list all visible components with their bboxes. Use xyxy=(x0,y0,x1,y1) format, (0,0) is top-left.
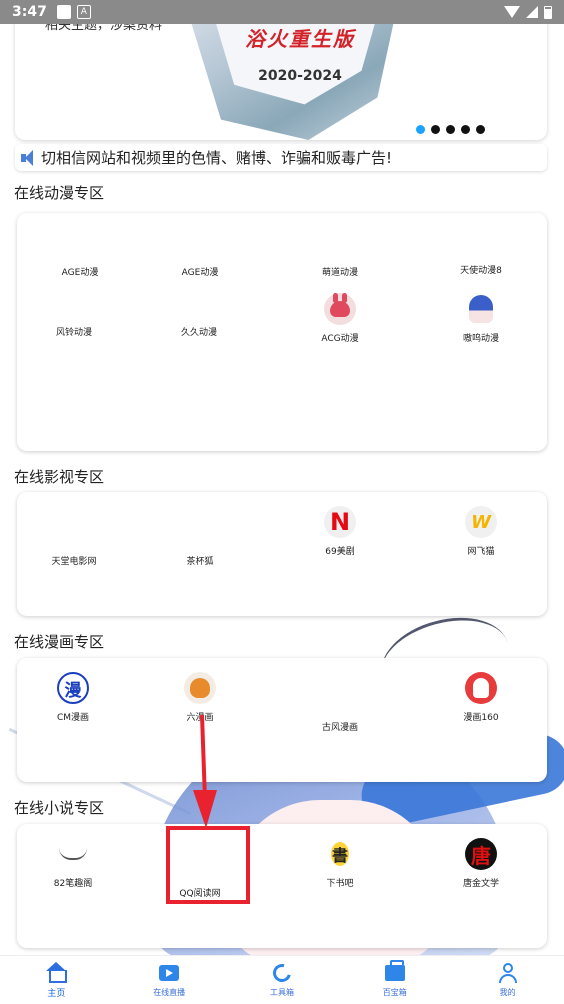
banner-carousel[interactable]: 相关主题，涉案资料 浴火重生版 2020-2024 xyxy=(15,10,547,140)
anime-girl-icon xyxy=(465,293,497,325)
section-title-comic: 在线漫画专区 xyxy=(14,633,105,651)
site-label: 82笔趣阁 xyxy=(53,879,93,889)
site-item-82biquge[interactable]: 82笔趣阁 xyxy=(13,838,133,889)
man-character-icon: 漫 xyxy=(57,672,89,704)
novel-card: 82笔趣阁 QQ阅读网 書 下书吧 唐 唐金文学 xyxy=(17,824,547,948)
site-item-wangfeimao[interactable]: W 网飞猫 xyxy=(421,506,541,557)
section-title-anime: 在线动漫专区 xyxy=(14,184,105,202)
site-item-chabeihu[interactable]: 茶杯狐 xyxy=(140,548,260,567)
site-item-acg[interactable]: ACG动漫 xyxy=(280,293,400,344)
site-label: 萌道动漫 xyxy=(321,268,358,278)
site-label: 天堂电影网 xyxy=(51,557,97,567)
cartoon-character-icon xyxy=(184,672,216,704)
netflix-icon: N xyxy=(324,506,356,538)
nav-label: 主页 xyxy=(47,989,66,999)
toolbox-icon xyxy=(269,960,295,986)
carousel-dot[interactable] xyxy=(446,125,455,134)
notification-icon xyxy=(56,5,71,19)
site-item-liu[interactable]: 六漫画 xyxy=(140,672,260,723)
signal-icon xyxy=(526,6,538,18)
rabbit-icon xyxy=(324,293,356,325)
notification-a-icon: A xyxy=(76,5,91,19)
carousel-indicator[interactable] xyxy=(416,125,485,134)
xiashu-logo-icon: 書 xyxy=(324,838,356,870)
nav-mine[interactable]: 我的 xyxy=(451,956,564,1004)
speaker-icon xyxy=(19,149,39,167)
nav-label: 百宝箱 xyxy=(382,988,407,997)
site-item-mengdao[interactable]: 萌道动漫 xyxy=(280,259,400,278)
nav-toolbox[interactable]: 工具箱 xyxy=(226,956,339,1004)
nav-label: 我的 xyxy=(499,988,516,997)
site-item-tangjin[interactable]: 唐 唐金文学 xyxy=(421,838,541,889)
site-item-cm[interactable]: 漫 CM漫画 xyxy=(13,672,133,723)
user-icon xyxy=(497,962,519,984)
site-label: 网飞猫 xyxy=(467,547,495,557)
site-label: 唐金文学 xyxy=(462,879,499,889)
site-label: AGE动漫 xyxy=(181,268,219,278)
bunny-icon xyxy=(465,672,497,704)
status-time: 3:47 xyxy=(12,4,47,20)
nav-label: 在线直播 xyxy=(153,988,186,997)
w-logo-icon: W xyxy=(465,506,497,538)
carousel-dot[interactable] xyxy=(461,125,470,134)
notice-marquee: 切相信网站和视频里的色情、赌博、诈骗和贩毒广告! xyxy=(15,144,547,171)
site-label: 漫画160 xyxy=(463,713,499,723)
comic-card: 漫 CM漫画 六漫画 古风漫画 漫画160 xyxy=(17,658,547,782)
site-item-age-2[interactable]: AGE动漫 xyxy=(140,259,260,278)
site-item-manhua160[interactable]: 漫画160 xyxy=(421,672,541,723)
carousel-dot[interactable] xyxy=(416,125,425,134)
treasure-box-icon xyxy=(384,960,406,984)
carousel-dot[interactable] xyxy=(476,125,485,134)
site-label: 六漫画 xyxy=(186,713,214,723)
banner-title: 浴火重生版 xyxy=(245,27,355,51)
site-label: ACG动漫 xyxy=(321,334,359,344)
section-title-video: 在线影视专区 xyxy=(14,468,105,486)
site-item-69meiju[interactable]: N 69美剧 xyxy=(280,506,400,557)
site-label: CM漫画 xyxy=(56,713,90,723)
site-item-gufeng[interactable]: 古风漫画 xyxy=(280,714,400,733)
site-label: 久久动漫 xyxy=(180,328,217,338)
site-label: 69美剧 xyxy=(325,547,355,557)
carousel-dot[interactable] xyxy=(431,125,440,134)
site-item-aowu[interactable]: 嗷呜动漫 xyxy=(421,293,541,344)
site-label: 下书吧 xyxy=(326,879,354,889)
site-label: 茶杯狐 xyxy=(186,557,214,567)
site-item-age[interactable]: AGE动漫 xyxy=(20,259,140,278)
nav-live[interactable]: 在线直播 xyxy=(113,956,226,1004)
site-label: 嗷呜动漫 xyxy=(462,334,499,344)
home-icon xyxy=(45,961,68,983)
mustache-icon xyxy=(57,838,89,870)
site-item-xiashuba[interactable]: 書 下书吧 xyxy=(280,838,400,889)
anime-card: AGE动漫 AGE动漫 萌道动漫 天使动漫8 风铃动漫 久久动漫 ACG动漫 嗷… xyxy=(17,213,547,451)
nav-treasure[interactable]: 百宝箱 xyxy=(338,956,451,1004)
banner-year: 2020-2024 xyxy=(258,68,342,84)
site-item-tianshi[interactable]: 天使动漫8 xyxy=(421,257,541,276)
site-item-jiujiu[interactable]: 久久动漫 xyxy=(139,319,259,338)
notice-text: 切相信网站和视频里的色情、赌博、诈骗和贩毒广告! xyxy=(41,149,393,167)
site-label: 风铃动漫 xyxy=(55,328,92,338)
tang-logo-icon: 唐 xyxy=(465,838,497,870)
nav-label: 工具箱 xyxy=(269,988,294,997)
site-label: AGE动漫 xyxy=(61,268,99,278)
bottom-navigation: 主页 在线直播 工具箱 百宝箱 我的 xyxy=(0,955,564,1004)
live-play-icon xyxy=(158,962,180,984)
nav-home[interactable]: 主页 xyxy=(0,956,113,1004)
annotation-highlight-box xyxy=(166,826,250,904)
site-label: 天使动漫8 xyxy=(460,266,502,276)
site-label: 古风漫画 xyxy=(321,723,358,733)
video-card: 天堂电影网 茶杯狐 N 69美剧 W 网飞猫 xyxy=(17,492,547,616)
wifi-icon xyxy=(504,6,520,18)
section-title-novel: 在线小说专区 xyxy=(14,799,105,817)
battery-icon xyxy=(544,5,552,19)
status-bar: 3:47 A xyxy=(0,0,564,24)
site-item-tiantang[interactable]: 天堂电影网 xyxy=(14,548,134,567)
site-item-fengling[interactable]: 风铃动漫 xyxy=(14,319,134,338)
